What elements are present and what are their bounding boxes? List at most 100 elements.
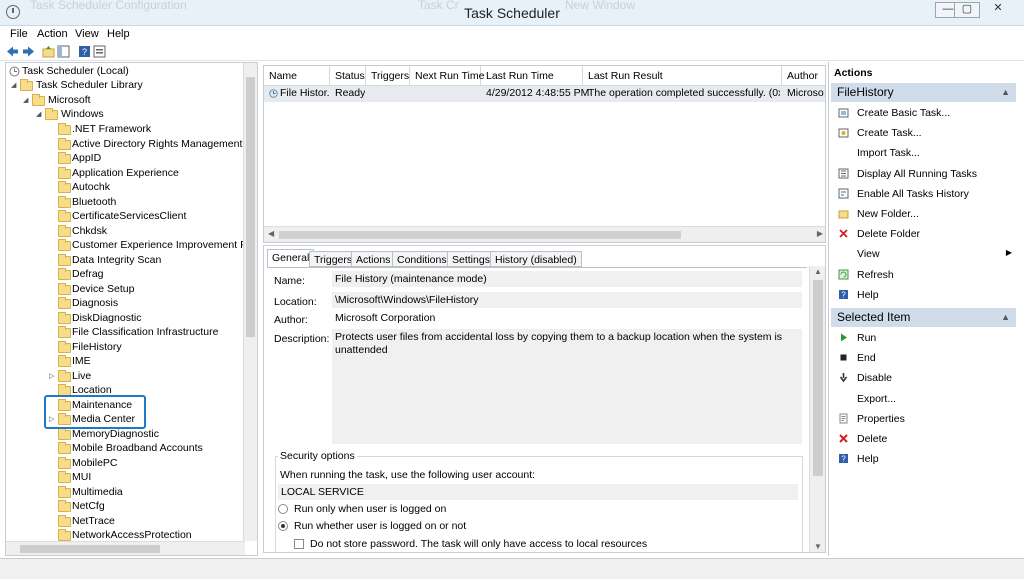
menu-file[interactable]: File: [10, 28, 28, 40]
scroll-up-icon[interactable]: ▲: [814, 267, 822, 276]
folder-icon: [58, 456, 71, 469]
task-list-horizontal-scrollbar[interactable]: ◀ ▶: [264, 226, 825, 242]
radio-run-whether-logged-on-label[interactable]: Run whether user is logged on or not: [294, 520, 466, 532]
tab-settings[interactable]: Settings: [447, 251, 495, 267]
scroll-thumb[interactable]: [813, 280, 823, 476]
folder-icon: [58, 253, 71, 266]
tab-history[interactable]: History (disabled): [490, 251, 582, 267]
action-item[interactable]: Delete Folder: [831, 226, 1016, 244]
section-header-selected-item[interactable]: Selected Item ▲: [831, 308, 1016, 327]
forward-arrow-icon[interactable]: [22, 45, 35, 58]
show-hide-tree-icon[interactable]: [57, 45, 70, 58]
action-item[interactable]: Import Task...: [831, 145, 1016, 163]
collapse-caret-icon[interactable]: ▲: [1001, 312, 1010, 322]
tree-folder-label: Customer Experience Improvement Prog: [72, 239, 258, 251]
column-author[interactable]: Author: [782, 66, 825, 86]
action-item[interactable]: ? Help: [831, 451, 1016, 469]
action-item[interactable]: Properties: [831, 411, 1016, 429]
column-last-run-result[interactable]: Last Run Result: [583, 66, 782, 86]
folder-icon: [58, 195, 71, 208]
collapsed-arrow-icon[interactable]: ▷: [49, 372, 54, 380]
tree-vertical-scrollbar[interactable]: [243, 63, 257, 541]
task-result: The operation completed successfully. (0…: [588, 87, 780, 99]
task-name: File Histor...: [280, 87, 330, 99]
action-item[interactable]: View ▶: [831, 246, 1016, 264]
action-item[interactable]: Create Basic Task...: [831, 105, 1016, 123]
tree-horizontal-scrollbar[interactable]: [6, 541, 245, 555]
folder-tree[interactable]: Task Scheduler (Local) ◢ Task Scheduler …: [5, 62, 258, 556]
column-name[interactable]: Name: [264, 66, 330, 86]
tree-folder-label: MemoryDiagnostic: [72, 427, 159, 440]
author-label: Author:: [274, 314, 308, 326]
details-vertical-scrollbar[interactable]: ▲ ▼: [809, 266, 825, 552]
action-label: Disable: [857, 372, 893, 385]
action-item[interactable]: Refresh: [831, 267, 1016, 285]
expanded-arrow-icon[interactable]: ◢: [11, 81, 16, 89]
author-field[interactable]: Microsoft Corporation: [332, 310, 802, 326]
radio-run-when-logged-on[interactable]: [278, 504, 288, 514]
do-not-store-password-label[interactable]: Do not store password. The task will onl…: [310, 538, 647, 550]
column-next-run-time[interactable]: Next Run Time: [410, 66, 484, 86]
properties-icon[interactable]: [93, 45, 106, 58]
action-item[interactable]: End: [831, 350, 1016, 368]
expanded-arrow-icon[interactable]: ◢: [36, 110, 41, 118]
help-icon: ?: [838, 289, 849, 300]
tab-actions[interactable]: Actions: [351, 251, 396, 267]
tree-folder-label: DiskDiagnostic: [72, 311, 142, 324]
back-arrow-icon[interactable]: [6, 45, 19, 58]
close-button[interactable]: ✕: [982, 2, 1014, 18]
tab-conditions[interactable]: Conditions: [392, 251, 452, 267]
action-item[interactable]: Delete: [831, 431, 1016, 449]
collapse-caret-icon[interactable]: ▲: [1001, 87, 1010, 97]
tree-folder-label: Device Setup: [72, 282, 135, 295]
action-item[interactable]: Export...: [831, 391, 1016, 409]
tree-folder-label: MobilePC: [72, 456, 118, 469]
action-item[interactable]: Run: [831, 330, 1016, 348]
scroll-thumb[interactable]: [279, 231, 681, 239]
table-row[interactable]: File Histor... Ready 4/29/2012 4:48:55 P…: [264, 86, 825, 102]
scroll-down-icon[interactable]: ▼: [814, 542, 822, 551]
action-item[interactable]: Display All Running Tasks: [831, 166, 1016, 184]
section-header-filehistory[interactable]: FileHistory ▲: [831, 83, 1016, 102]
create-task-icon: [838, 127, 849, 138]
action-item[interactable]: Create Task...: [831, 125, 1016, 143]
action-item[interactable]: Enable All Tasks History: [831, 186, 1016, 204]
menu-action[interactable]: Action: [37, 28, 68, 40]
scroll-thumb[interactable]: [20, 545, 160, 553]
scroll-thumb[interactable]: [246, 77, 255, 337]
action-label: Import Task...: [857, 147, 920, 160]
column-status[interactable]: Status: [330, 66, 366, 86]
radio-run-whether-logged-on[interactable]: [278, 521, 288, 531]
location-field[interactable]: \Microsoft\Windows\FileHistory: [332, 292, 802, 308]
maximize-button[interactable]: ▢: [954, 2, 980, 18]
menu-help[interactable]: Help: [107, 28, 130, 40]
column-last-run-time[interactable]: Last Run Time: [481, 66, 583, 86]
folder-icon: [58, 123, 71, 135]
properties-icon: [838, 413, 849, 424]
do-not-store-password-checkbox[interactable]: [294, 539, 304, 549]
tab-general[interactable]: General: [267, 249, 315, 268]
scroll-left-icon[interactable]: ◀: [268, 229, 274, 238]
action-item[interactable]: New Folder...: [831, 206, 1016, 224]
radio-run-when-logged-on-label[interactable]: Run only when user is logged on: [294, 503, 446, 515]
scroll-right-icon[interactable]: ▶: [817, 229, 823, 238]
column-triggers[interactable]: Triggers: [366, 66, 410, 86]
name-field[interactable]: File History (maintenance mode): [332, 271, 802, 287]
tree-folder-label: MUI: [72, 471, 92, 483]
tree-folder-label: Active Directory Rights Management Se: [72, 137, 258, 150]
folder-icon: [45, 108, 58, 120]
task-author: Microso: [787, 87, 824, 99]
action-item[interactable]: Disable: [831, 370, 1016, 388]
section-title: Selected Item: [837, 310, 911, 324]
tab-triggers[interactable]: Triggers: [309, 251, 358, 267]
help-icon[interactable]: ?: [78, 45, 91, 58]
up-folder-icon[interactable]: [42, 45, 55, 58]
expanded-arrow-icon[interactable]: ◢: [23, 96, 28, 104]
description-field[interactable]: Protects user files from accidental loss…: [332, 329, 802, 444]
refresh-icon: [838, 269, 849, 280]
menu-view[interactable]: View: [75, 28, 99, 40]
action-item[interactable]: ? Help: [831, 287, 1016, 305]
task-list[interactable]: Name Status Triggers Next Run Time Last …: [263, 65, 826, 243]
user-account-field[interactable]: LOCAL SERVICE: [278, 484, 798, 500]
action-label: Create Task...: [857, 127, 922, 140]
